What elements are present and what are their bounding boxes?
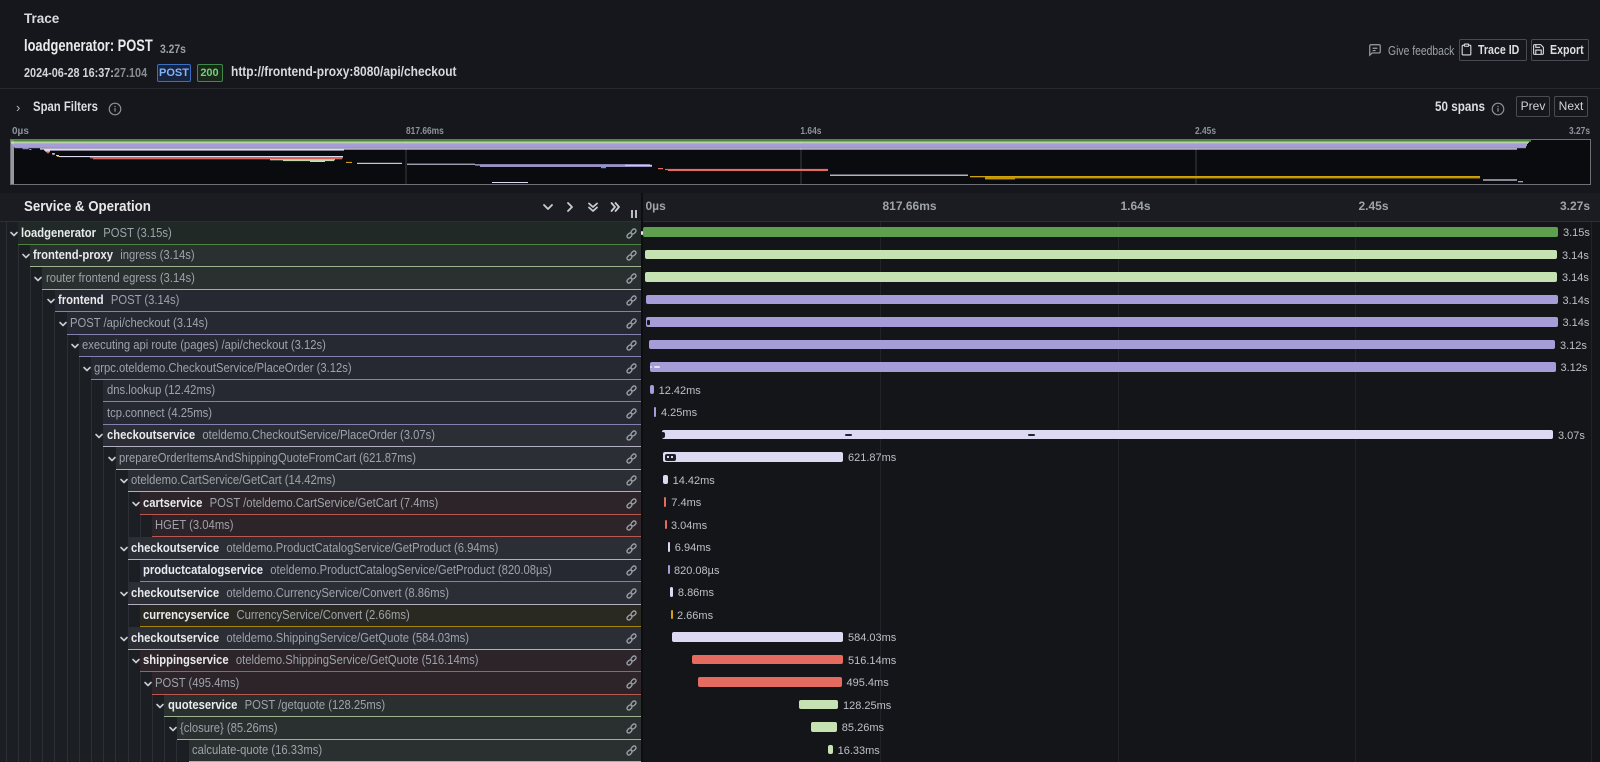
svg-text:0µs: 0µs xyxy=(12,126,29,137)
svg-text:817.66ms: 817.66ms xyxy=(406,125,444,136)
svg-text:1.64s: 1.64s xyxy=(800,125,821,136)
svg-text:3.27s: 3.27s xyxy=(1569,125,1590,136)
svg-text:2.45s: 2.45s xyxy=(1195,125,1216,136)
